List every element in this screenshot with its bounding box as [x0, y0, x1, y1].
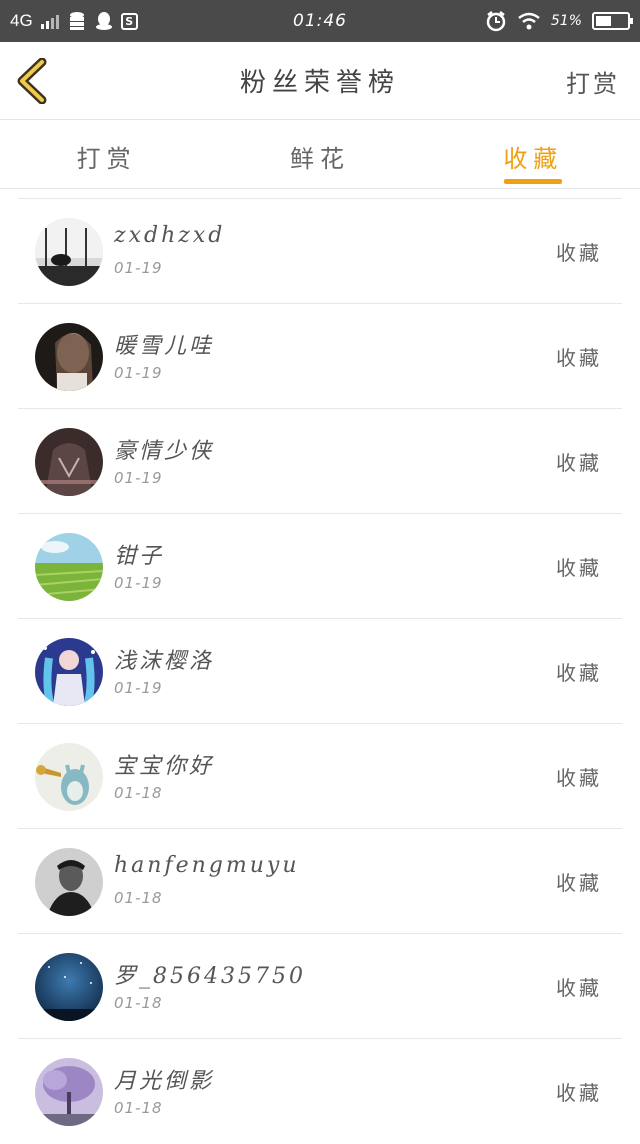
tab-label: 打赏 — [76, 145, 137, 173]
date: 01-18 — [114, 784, 163, 802]
favorite-label: 收藏 — [556, 451, 602, 475]
alarm-icon — [486, 11, 506, 32]
avatar — [35, 848, 103, 916]
date: 01-18 — [114, 889, 163, 907]
favorite-label: 收藏 — [556, 661, 602, 685]
user-name: 钳子 — [114, 544, 165, 569]
user-name: 月光倒影 — [114, 1069, 215, 1094]
wifi-icon — [518, 12, 540, 30]
s-app-icon: S — [120, 12, 138, 30]
signal-icon — [40, 13, 59, 29]
date: 01-19 — [114, 259, 163, 277]
list-item[interactable]: 宝宝你好 01-18 收藏 — [18, 724, 622, 829]
database-icon — [69, 12, 84, 30]
tab-label: 收藏 — [503, 145, 564, 173]
list-item[interactable]: hanfengmuyu 01-18 收藏 — [18, 829, 622, 934]
favorite-label: 收藏 — [556, 556, 602, 580]
reward-button[interactable]: 打赏 — [566, 64, 620, 99]
network-type: 4G — [10, 11, 33, 30]
avatar — [35, 743, 103, 811]
tab-label: 鲜花 — [289, 145, 350, 173]
list-item[interactable]: 钳子 01-19 收藏 — [18, 514, 622, 619]
date: 01-18 — [114, 1099, 163, 1117]
avatar — [35, 638, 103, 706]
qq-icon — [95, 12, 112, 30]
user-name: hanfengmuyu — [114, 853, 300, 878]
avatar — [35, 533, 103, 601]
date: 01-19 — [114, 469, 163, 487]
favorite-label: 收藏 — [556, 241, 602, 265]
status-bar: 4G S 01:46 51% — [0, 0, 640, 42]
list-item[interactable]: 暖雪儿哇 01-19 收藏 — [18, 304, 622, 409]
top-header: 粉丝荣誉榜 打赏 — [0, 42, 640, 120]
list-item[interactable]: 浅沫樱洛 01-19 收藏 — [18, 619, 622, 724]
page-title: 粉丝荣誉榜 — [239, 68, 400, 98]
avatar — [35, 323, 103, 391]
user-name: 豪情少侠 — [114, 439, 215, 464]
date: 01-19 — [114, 679, 163, 697]
status-right: 51% — [485, 10, 633, 32]
tab-flowers[interactable]: 鲜花 — [213, 121, 426, 188]
favorite-label: 收藏 — [556, 766, 602, 790]
status-left: 4G S — [10, 11, 230, 31]
tab-bar: 打赏 鲜花 收藏 — [0, 121, 640, 189]
date: 01-19 — [114, 574, 163, 592]
active-tab-indicator — [504, 179, 563, 184]
favorite-label: 收藏 — [556, 976, 602, 1000]
avatar — [35, 1058, 103, 1126]
date: 01-19 — [114, 364, 163, 382]
favorite-label: 收藏 — [556, 871, 602, 895]
tab-reward[interactable]: 打赏 — [0, 121, 213, 188]
list-item[interactable]: 罗_856435750 01-18 收藏 — [18, 934, 622, 1039]
list-item[interactable]: 月光倒影 01-18 收藏 — [18, 1039, 622, 1144]
avatar — [35, 218, 103, 286]
fan-list: zxdhzxd 01-19 收藏 暖雪儿哇 01-19 收藏 豪情少侠 01-1… — [18, 198, 622, 1144]
tab-favorites[interactable]: 收藏 — [427, 121, 640, 188]
user-name: zxdhzxd — [114, 223, 226, 248]
user-name: 浅沫樱洛 — [114, 649, 215, 674]
battery-percent: 51% — [550, 13, 582, 29]
user-name: 宝宝你好 — [114, 754, 215, 779]
battery-icon — [592, 12, 633, 30]
user-name: 罗_856435750 — [114, 964, 306, 989]
list-item[interactable]: zxdhzxd 01-19 收藏 — [18, 199, 622, 304]
avatar — [35, 953, 103, 1021]
avatar — [35, 428, 103, 496]
battery-fill — [596, 16, 612, 26]
user-name: 暖雪儿哇 — [114, 334, 215, 359]
date: 01-18 — [114, 994, 163, 1012]
list-item[interactable]: 豪情少侠 01-19 收藏 — [18, 409, 622, 514]
favorite-label: 收藏 — [556, 1081, 602, 1105]
favorite-label: 收藏 — [556, 346, 602, 370]
